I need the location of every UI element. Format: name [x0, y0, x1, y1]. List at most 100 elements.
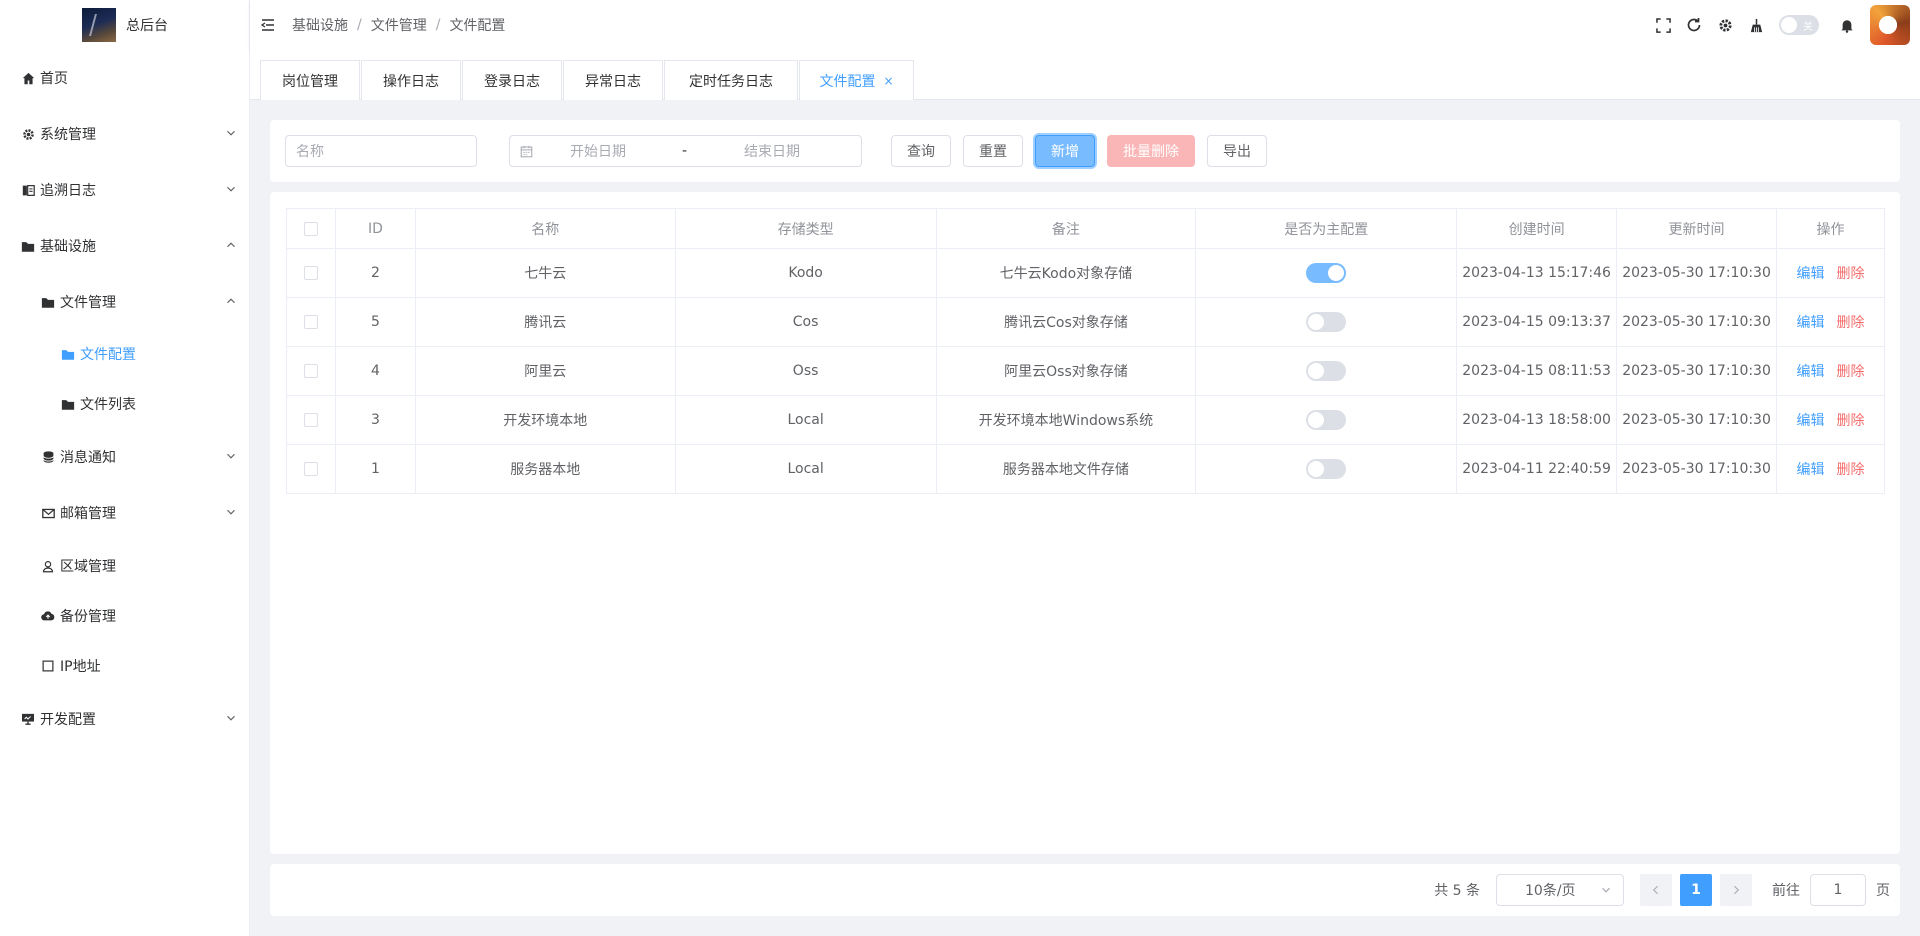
row-select-cell [286, 297, 336, 347]
broom-icon[interactable] [1748, 17, 1764, 33]
sidebar-item-dev-config[interactable]: 开发配置 [0, 699, 250, 739]
column-header: 是否为主配置 [1195, 208, 1458, 249]
sidebar-item-file-list[interactable]: 文件列表 [0, 384, 250, 424]
row-checkbox[interactable] [303, 413, 318, 427]
select-all-cell [286, 208, 336, 249]
master-config-switch[interactable] [1306, 410, 1347, 430]
edit-link[interactable]: 编辑 [1797, 266, 1825, 282]
query-button[interactable]: 查询 [891, 135, 951, 167]
tag-login-log[interactable]: 登录日志 [462, 60, 562, 100]
gear-icon[interactable] [1717, 17, 1733, 33]
file-config-table: ID 名称 存储类型 备注 是否为主配置 创建时间 更新时间 操作 2 七牛云 … [286, 208, 1885, 494]
tag-scheduled-task-log[interactable]: 定时任务日志 [664, 60, 798, 100]
sidebar-item-label: 区域管理 [60, 559, 116, 575]
row-checkbox[interactable] [303, 462, 318, 476]
sidebar-item-file-config[interactable]: 文件配置 [0, 334, 250, 374]
tag-file-config[interactable]: 文件配置 × [799, 60, 914, 100]
delete-link[interactable]: 删除 [1837, 364, 1865, 380]
gear-icon [20, 126, 36, 142]
search-form: 名称 开始日期 - 结束日期 查询 重置 新增 批量删除 导出 [270, 120, 1900, 182]
table-card: ID 名称 存储类型 备注 是否为主配置 创建时间 更新时间 操作 2 七牛云 … [270, 192, 1900, 854]
master-config-switch[interactable] [1306, 361, 1347, 381]
sidebar-item-label: 开发配置 [40, 712, 96, 728]
sidebar-item-trace-log[interactable]: 追溯日志 [0, 170, 250, 210]
tag-exception-log[interactable]: 异常日志 [563, 60, 663, 100]
theme-toggle[interactable]: 关 [1779, 15, 1819, 35]
table-row: 5 腾讯云 Cos 腾讯云Cos对象存储 2023-04-15 09:13:37… [286, 297, 1885, 347]
cell-remark: 服务器本地文件存储 [935, 444, 1197, 494]
sidebar-item-region[interactable]: 区域管理 [0, 546, 250, 586]
refresh-icon[interactable] [1686, 17, 1702, 33]
edit-link[interactable]: 编辑 [1797, 364, 1825, 380]
cell-master [1195, 395, 1458, 445]
delete-link[interactable]: 删除 [1837, 462, 1865, 478]
export-button[interactable]: 导出 [1207, 135, 1267, 167]
fullscreen-icon[interactable] [1655, 17, 1671, 33]
reset-button[interactable]: 重置 [963, 135, 1023, 167]
sidebar-item-system[interactable]: 系统管理 [0, 114, 250, 154]
breadcrumb-item[interactable]: 基础设施 [292, 15, 348, 35]
edit-link[interactable]: 编辑 [1797, 413, 1825, 429]
sidebar: 总后台 首页 系统管理 追溯日志 基础设施 文件管理 文件配置 文件列表 消息通… [0, 0, 250, 936]
sidebar-item-ip-address[interactable]: IP地址 [0, 646, 250, 686]
sidebar-item-backup[interactable]: 备份管理 [0, 596, 250, 636]
logo[interactable]: 总后台 [0, 0, 249, 50]
sidebar-item-notifications[interactable]: 消息通知 [0, 437, 250, 477]
column-header: 创建时间 [1456, 208, 1618, 249]
prev-page-button[interactable] [1640, 874, 1672, 906]
batch-delete-button[interactable]: 批量删除 [1107, 135, 1195, 167]
cell-name: 七牛云 [414, 248, 676, 298]
top-header: 基础设施 / 文件管理 / 文件配置 关 [250, 0, 1920, 50]
sidebar-item-mailbox[interactable]: 邮箱管理 [0, 493, 250, 533]
row-checkbox[interactable] [303, 266, 318, 280]
master-config-switch[interactable] [1306, 263, 1347, 283]
cell-id: 1 [334, 444, 416, 494]
collapse-menu-icon[interactable] [260, 17, 276, 33]
column-header: ID [334, 208, 416, 249]
goto-label: 前往 [1772, 883, 1800, 899]
delete-link[interactable]: 删除 [1837, 413, 1865, 429]
cell-storage-type: Local [674, 395, 937, 445]
page-number-button[interactable]: 1 [1680, 874, 1712, 906]
cell-remark: 腾讯云Cos对象存储 [935, 297, 1197, 347]
breadcrumb-item[interactable]: 文件管理 [371, 15, 427, 35]
chevron-down-icon [224, 711, 240, 727]
sidebar-item-label: 文件配置 [80, 347, 136, 363]
sidebar-item-label: 消息通知 [60, 450, 116, 466]
master-config-switch[interactable] [1306, 459, 1347, 479]
date-range-separator: - [682, 143, 688, 159]
cell-remark: 开发环境本地Windows系统 [935, 395, 1197, 445]
tag-label: 操作日志 [383, 73, 439, 90]
next-page-button[interactable] [1720, 874, 1752, 906]
sidebar-item-infrastructure[interactable]: 基础设施 [0, 226, 250, 266]
tag-operation-log[interactable]: 操作日志 [361, 60, 461, 100]
add-button[interactable]: 新增 [1035, 135, 1095, 167]
goto-page-input[interactable]: 1 [1810, 874, 1866, 906]
close-icon[interactable]: × [883, 74, 893, 88]
date-range-picker[interactable]: 开始日期 - 结束日期 [509, 135, 862, 167]
table-row: 4 阿里云 Oss 阿里云Oss对象存储 2023-04-15 08:11:53… [286, 346, 1885, 396]
cell-name: 开发环境本地 [414, 395, 676, 445]
bell-icon[interactable] [1839, 17, 1855, 33]
row-select-cell [286, 248, 336, 298]
cell-master [1195, 444, 1458, 494]
name-search-input[interactable]: 名称 [285, 135, 477, 167]
cell-created: 2023-04-11 22:40:59 [1456, 444, 1618, 494]
select-all-checkbox[interactable] [303, 221, 318, 236]
edit-link[interactable]: 编辑 [1797, 315, 1825, 331]
master-config-switch[interactable] [1306, 312, 1347, 332]
delete-link[interactable]: 删除 [1837, 266, 1865, 282]
edit-link[interactable]: 编辑 [1797, 462, 1825, 478]
breadcrumb-separator: / [357, 17, 362, 33]
tag-post-management[interactable]: 岗位管理 [260, 60, 360, 100]
folder-open-icon [60, 346, 76, 362]
page-size-select[interactable]: 10条/页 [1496, 874, 1624, 906]
user-avatar[interactable] [1870, 5, 1910, 45]
sidebar-item-file-management[interactable]: 文件管理 [0, 282, 250, 322]
folder-icon [20, 238, 36, 254]
row-checkbox[interactable] [303, 315, 318, 329]
sidebar-item-home[interactable]: 首页 [0, 58, 250, 98]
sidebar-item-label: 文件管理 [60, 295, 116, 311]
delete-link[interactable]: 删除 [1837, 315, 1865, 331]
row-checkbox[interactable] [303, 364, 318, 378]
